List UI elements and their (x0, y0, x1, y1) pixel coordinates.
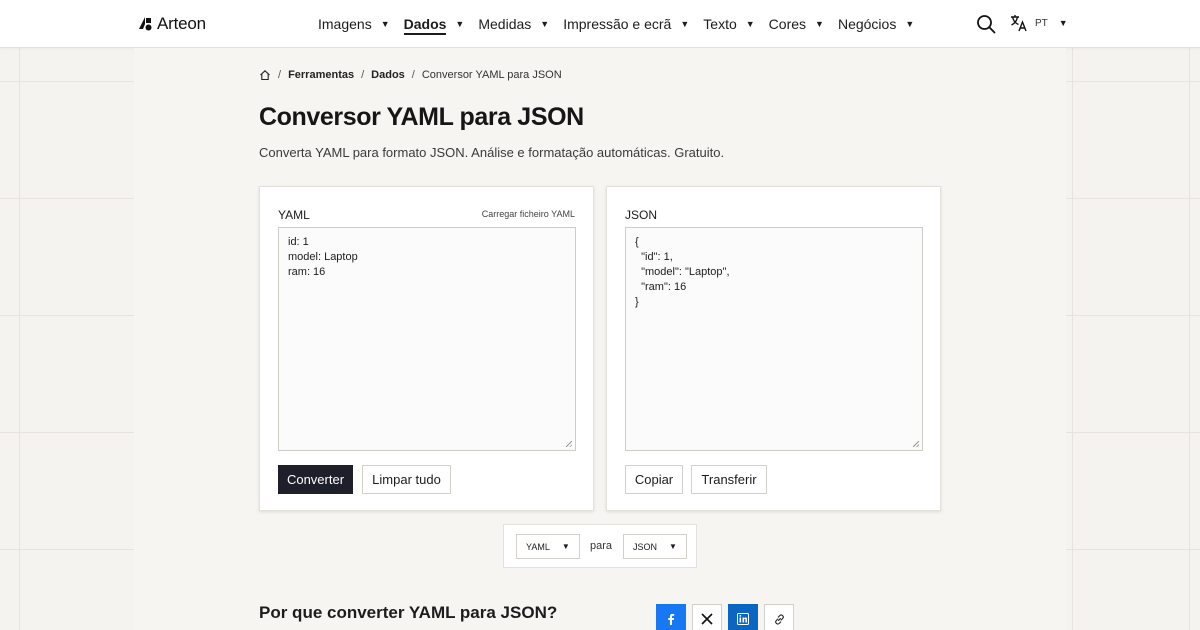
breadcrumb-item-dados[interactable]: Dados (371, 69, 405, 81)
breadcrumb-separator: / (411, 69, 415, 81)
search-button[interactable] (976, 14, 996, 34)
caret-down-icon: ▼ (1058, 18, 1068, 28)
share-x-button[interactable] (692, 604, 722, 630)
linkedin-icon (737, 613, 749, 625)
download-button[interactable]: Transferir (691, 465, 767, 494)
top-navigation-bar: Arteon Imagens ▼ Dados ▼ Medidas ▼ Impre… (0, 0, 1200, 48)
nav-item-label: Dados (403, 16, 447, 35)
translate-icon (1011, 15, 1027, 32)
clear-all-button[interactable]: Limpar tudo (362, 465, 451, 494)
page-description: Converta YAML para formato JSON. Análise… (259, 145, 725, 160)
x-icon (701, 613, 713, 625)
language-selector[interactable]: PT ▼ (1010, 14, 1068, 32)
format-connector-label: para (590, 540, 613, 552)
brand-logo-icon (139, 17, 152, 31)
section-heading-why-convert: Por que converter YAML para JSON? (259, 603, 558, 622)
nav-item-label: Negócios (837, 16, 897, 32)
output-panel-title: JSON (625, 208, 658, 222)
nav-item-label: Medidas (478, 16, 532, 32)
main-content: / Ferramentas / Dados / Conversor YAML p… (134, 48, 1066, 630)
json-output-panel: JSON { "id": 1, "model": "Laptop", "ram"… (606, 186, 941, 511)
json-output-textarea[interactable]: { "id": 1, "model": "Laptop", "ram": 16 … (625, 227, 923, 451)
caret-down-icon: ▼ (380, 19, 390, 29)
language-code: PT (1035, 17, 1048, 29)
target-format-value: JSON (633, 541, 658, 552)
breadcrumb-separator: / (361, 69, 365, 81)
source-format-select[interactable]: YAML ▼ (516, 534, 580, 559)
breadcrumb: / Ferramentas / Dados / Conversor YAML p… (259, 69, 562, 81)
breadcrumb-item-ferramentas[interactable]: Ferramentas (288, 69, 354, 81)
nav-item-dados[interactable]: Dados ▼ (403, 0, 465, 48)
share-linkedin-button[interactable] (728, 604, 758, 630)
nav-item-label: Impressão e ecrã (563, 16, 672, 32)
nav-item-impressao-e-ecra[interactable]: Impressão e ecrã ▼ (563, 0, 689, 48)
copy-button[interactable]: Copiar (625, 465, 683, 494)
facebook-icon (668, 613, 675, 625)
link-icon (774, 614, 784, 624)
breadcrumb-separator: / (278, 69, 282, 81)
nav-item-label: Imagens (318, 16, 372, 32)
brand-name: Arteon (157, 14, 206, 33)
nav-item-cores[interactable]: Cores ▼ (769, 0, 824, 48)
upload-yaml-file-link[interactable]: Carregar ficheiro YAML (482, 209, 575, 219)
home-icon[interactable] (259, 69, 271, 81)
share-facebook-button[interactable] (656, 604, 686, 630)
target-format-select[interactable]: JSON ▼ (623, 534, 687, 559)
caret-down-icon: ▼ (669, 542, 677, 551)
copy-link-button[interactable] (764, 604, 794, 630)
input-panel-title: YAML (278, 208, 310, 222)
page-title: Conversor YAML para JSON (259, 103, 584, 131)
convert-button[interactable]: Converter (278, 465, 353, 494)
nav-item-label: Texto (703, 16, 737, 32)
caret-down-icon: ▼ (815, 19, 824, 29)
resize-handle[interactable] (566, 441, 572, 447)
format-selector-bar: YAML ▼ para JSON ▼ (503, 524, 697, 568)
yaml-input-panel: YAML Carregar ficheiro YAML id: 1 model:… (259, 186, 594, 511)
nav-item-texto[interactable]: Texto ▼ (703, 0, 754, 48)
caret-down-icon: ▼ (905, 19, 915, 29)
nav-item-medidas[interactable]: Medidas ▼ (478, 0, 549, 48)
caret-down-icon: ▼ (540, 19, 550, 29)
source-format-value: YAML (526, 541, 550, 552)
nav-item-label: Cores (768, 16, 807, 32)
caret-down-icon: ▼ (455, 19, 465, 29)
search-icon (977, 15, 996, 34)
brand-logo[interactable]: Arteon (137, 14, 206, 34)
yaml-input-textarea[interactable]: id: 1 model: Laptop ram: 16 (278, 227, 576, 451)
caret-down-icon: ▼ (680, 19, 690, 29)
nav-item-imagens[interactable]: Imagens ▼ (318, 0, 390, 48)
caret-down-icon: ▼ (561, 542, 570, 551)
nav-item-negocios[interactable]: Negócios ▼ (838, 0, 914, 48)
breadcrumb-current: Conversor YAML para JSON (421, 69, 562, 81)
caret-down-icon: ▼ (745, 19, 755, 29)
main-menu: Imagens ▼ Dados ▼ Medidas ▼ Impressão e … (318, 0, 928, 48)
resize-handle[interactable] (913, 441, 919, 447)
